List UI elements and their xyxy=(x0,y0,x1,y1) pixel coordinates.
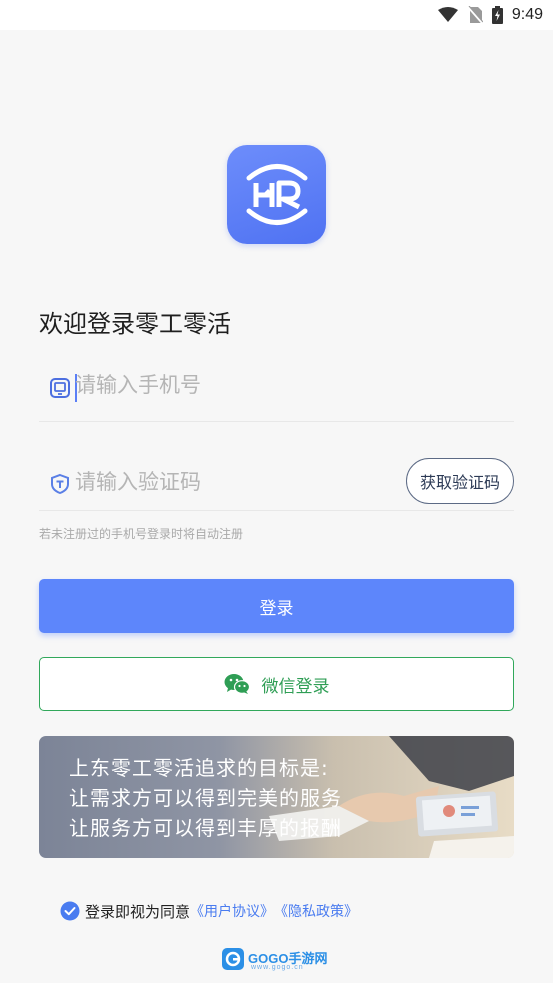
phone-field[interactable] xyxy=(39,360,514,422)
wechat-login-button[interactable]: 微信登录 xyxy=(39,657,514,711)
login-button-label: 登录 xyxy=(259,598,294,619)
agreement-checkbox-icon[interactable] xyxy=(60,901,80,921)
code-field[interactable]: 获取验证码 xyxy=(39,454,514,511)
battery-charging-icon xyxy=(491,6,503,24)
privacy-policy-link[interactable]: 《隐私政策》 xyxy=(274,901,358,921)
hr-logo-icon xyxy=(246,164,308,225)
phone-icon xyxy=(50,378,70,398)
promo-banner: 上东零工零活追求的目标是: 让需求方可以得到完美的服务 让服务方可以得到丰厚的报… xyxy=(39,736,514,858)
agreement-row: 登录即视为同意 《用户协议》 《隐私政策》 xyxy=(60,900,358,922)
banner-line-3: 让服务方可以得到丰厚的报酬 xyxy=(69,816,342,840)
no-sim-icon xyxy=(467,6,483,24)
watermark-subtext: www.gogo.cn xyxy=(251,964,304,971)
welcome-title: 欢迎登录零工零活 xyxy=(39,310,231,338)
status-time: 9:49 xyxy=(511,6,543,23)
agreement-prefix: 登录即视为同意 xyxy=(85,902,191,921)
get-code-button[interactable]: 获取验证码 xyxy=(406,458,514,504)
gogo-watermark: GOGO手游网 www.gogo.cn xyxy=(221,946,331,974)
code-input[interactable] xyxy=(75,470,395,494)
gogo-logo-icon xyxy=(222,948,244,970)
user-agreement-link[interactable]: 《用户协议》 xyxy=(190,901,274,921)
app-logo xyxy=(227,145,326,244)
banner-line-2: 让需求方可以得到完美的服务 xyxy=(69,786,342,810)
login-button[interactable]: 登录 xyxy=(39,579,514,633)
register-hint: 若未注册过的手机号登录时将自动注册 xyxy=(39,527,244,541)
wifi-icon xyxy=(437,7,458,22)
wechat-login-label: 微信登录 xyxy=(261,676,330,697)
shield-icon xyxy=(51,473,69,495)
status-bar: 9:49 xyxy=(0,0,553,30)
banner-text: 上东零工零活追求的目标是: 让需求方可以得到完美的服务 让服务方可以得到丰厚的报… xyxy=(69,753,342,843)
wechat-icon xyxy=(224,674,250,694)
status-icons: 9:49 xyxy=(437,4,543,26)
banner-line-1: 上东零工零活追求的目标是: xyxy=(69,756,329,780)
phone-input[interactable] xyxy=(75,373,395,397)
